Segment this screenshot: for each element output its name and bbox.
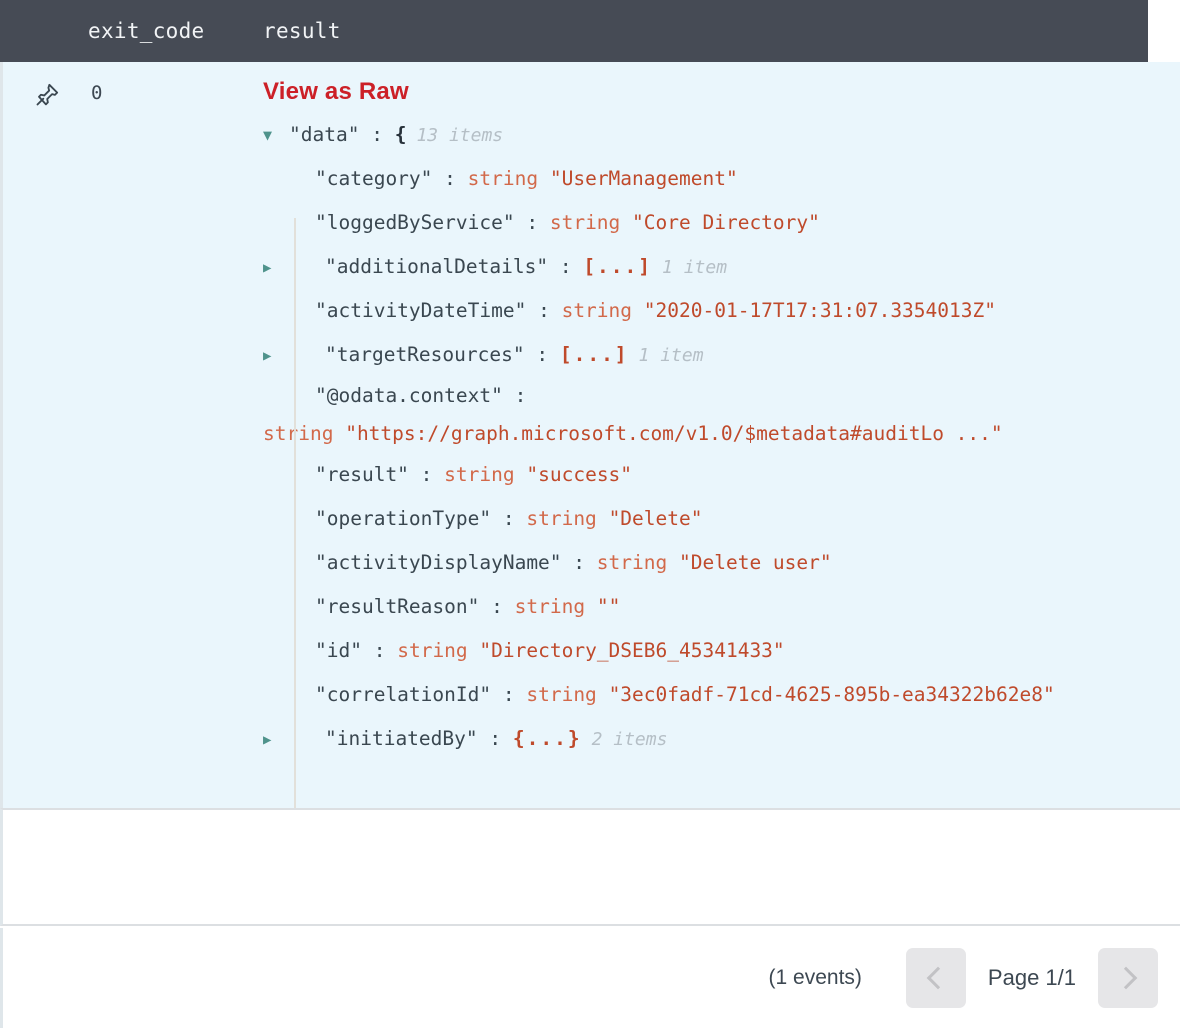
json-colon: : [502, 507, 515, 530]
json-line: "operationType" : string "Delete" [263, 497, 1174, 541]
json-type: string [397, 639, 468, 662]
column-header-exit-code: exit_code [88, 19, 205, 43]
json-colon: : [373, 639, 386, 662]
result-cell: View as Raw "data" : {13 items "category… [263, 62, 1180, 808]
json-value: "2020-01-17T17:31:07.3354013Z" [643, 299, 996, 322]
json-type: string [444, 463, 515, 486]
json-colon: : [536, 343, 549, 366]
json-key: "category" [315, 167, 433, 190]
twisty-closed-icon[interactable] [263, 245, 289, 290]
prev-page-button[interactable] [905, 948, 966, 1008]
json-key: "id" [315, 639, 362, 662]
json-type: string [514, 595, 586, 618]
json-value: "Core Directory" [632, 211, 820, 234]
page-indicator: Page 1/1 [987, 965, 1076, 990]
json-root-line[interactable]: "data" : {13 items [263, 113, 1174, 157]
pushpin-icon[interactable] [34, 82, 60, 808]
json-collapsed-object: {...} [512, 727, 582, 750]
json-value: "Directory_DSEB6_45341433" [479, 639, 785, 662]
json-count: 1 item [662, 257, 728, 278]
json-line-collapsible[interactable]: "initiatedBy" : {...} 2 items [263, 717, 1174, 761]
json-line: "loggedByService" : string "Core Directo… [263, 201, 1174, 245]
json-root-open-brace: { [394, 123, 407, 146]
json-root-count: 13 items [416, 125, 504, 146]
json-key: "correlationId" [315, 683, 492, 706]
pin-cell[interactable] [3, 62, 91, 808]
json-colon: : [444, 167, 456, 190]
chevron-left-icon [927, 966, 950, 990]
twisty-closed-icon[interactable] [263, 333, 289, 378]
json-key: "targetResources" [325, 343, 525, 366]
json-type: string [526, 683, 597, 706]
json-value: "Delete" [608, 507, 703, 530]
json-colon: : [559, 255, 572, 278]
json-key: "loggedByService" [315, 211, 515, 234]
json-key: "operationType" [315, 507, 492, 530]
json-value: "https://graph.microsoft.com/v1.0/$metad… [345, 422, 1003, 445]
json-colon: : [491, 595, 503, 618]
json-type: string [467, 167, 539, 190]
json-guide-rail [294, 218, 296, 810]
exit-code-value: 0 [91, 82, 103, 104]
json-count: 1 item [638, 345, 704, 366]
twisty-open-icon[interactable] [263, 113, 289, 157]
next-page-button[interactable] [1098, 948, 1158, 1008]
json-colon: : [489, 727, 502, 750]
json-type: string [263, 422, 334, 445]
json-root-key: "data" [289, 123, 360, 146]
json-line: "resultReason" : string "" [263, 585, 1174, 629]
table-header: exit_code result [0, 0, 1148, 62]
json-value: "3ec0fadf-71cd-4625-895b-ea34322b62e8" [608, 683, 1055, 706]
json-line-collapsible[interactable]: "targetResources" : [...] 1 item [263, 333, 1174, 377]
json-key: "activityDateTime" [315, 299, 527, 322]
json-line-collapsible[interactable]: "additionalDetails" : [...] 1 item [263, 245, 1174, 289]
json-colon: : [514, 384, 527, 407]
json-collapsed-array: [...] [583, 255, 653, 278]
json-line: "correlationId" : string "3ec0fadf-71cd-… [263, 673, 1174, 717]
json-value: "success" [526, 463, 633, 486]
view-as-raw-link[interactable]: View as Raw [263, 78, 409, 106]
json-key: "result" [315, 463, 409, 486]
twisty-closed-icon[interactable] [263, 717, 289, 762]
table-row: 0 View as Raw "data" : {13 items "catego… [0, 62, 1180, 844]
json-key: "@odata.context" [315, 384, 503, 407]
json-colon: : [538, 299, 550, 322]
result-panel: exit_code result 0 View as Raw "data" : … [0, 0, 1180, 1028]
json-line: "result" : string "success" [263, 453, 1174, 497]
json-count: 2 items [591, 729, 668, 750]
json-value: "" [596, 595, 621, 618]
empty-area [0, 808, 1180, 926]
json-value: "UserManagement" [549, 167, 738, 190]
json-root-colon: : [371, 123, 383, 146]
json-colon: : [526, 211, 539, 234]
json-colon: : [420, 463, 433, 486]
json-type: string [549, 211, 621, 234]
json-key: "activityDisplayName" [315, 551, 562, 574]
chevron-right-icon [1114, 966, 1137, 990]
json-type: string [526, 507, 597, 530]
column-header-result: result [263, 19, 341, 43]
pagination-footer: (1 events) Page 1/1 [0, 928, 1180, 1028]
json-value: "Delete user" [679, 551, 832, 574]
json-line: "category" : string "UserManagement" [263, 157, 1174, 201]
json-tree: "data" : {13 items "category" : string "… [263, 113, 1174, 761]
json-type: string [561, 299, 633, 322]
json-line: "activityDisplayName" : string "Delete u… [263, 541, 1174, 585]
json-type: string [596, 551, 668, 574]
events-count-label: (1 events) [768, 966, 862, 989]
json-key: "resultReason" [315, 595, 480, 618]
json-colon: : [573, 551, 586, 574]
json-key: "initiatedBy" [325, 727, 478, 750]
json-line: "activityDateTime" : string "2020-01-17T… [263, 289, 1174, 333]
json-collapsed-array: [...] [559, 343, 629, 366]
json-colon: : [502, 683, 515, 706]
json-key: "additionalDetails" [325, 255, 549, 278]
json-line-wrapped: "@odata.context" : string "https://graph… [263, 377, 1174, 453]
json-line: "id" : string "Directory_DSEB6_45341433" [263, 629, 1174, 673]
